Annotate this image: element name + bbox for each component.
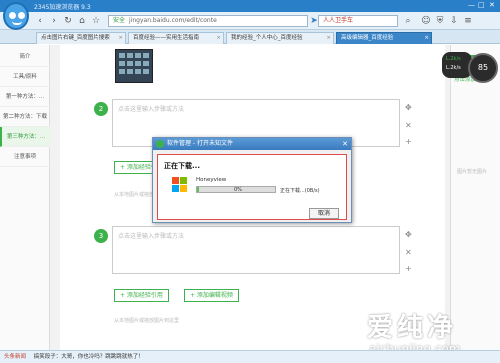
app-name: Honeyview: [196, 177, 227, 183]
add-step-icon[interactable]: +: [405, 264, 412, 273]
minimize-icon[interactable]: —: [468, 1, 475, 9]
sidebar-item-notes[interactable]: 注意事项: [0, 147, 50, 167]
watermark-brand: 爱纯净: [367, 313, 458, 343]
search-icon[interactable]: ⌕: [402, 15, 414, 27]
news-text[interactable]: 搞笑段子：大哥，你也冷吗？跳跳跳就热了！: [34, 354, 144, 360]
outline-sidebar: 简介 工具/原料 第一种方法：... 第二种方法：下载 第三种方法：... 注意…: [0, 45, 50, 350]
news-label[interactable]: 头条新闻: [4, 354, 26, 360]
download-status: 正在下载...(0B/s): [280, 188, 320, 194]
user-icon[interactable]: ☺: [420, 15, 432, 27]
safe-badge: 安全: [113, 17, 126, 24]
app-title: 2345加速浏览器 9.3: [34, 4, 91, 11]
search-text: 人人卫手车: [323, 17, 354, 24]
address-bar[interactable]: 安全 jingyan.baidu.com/edit/conte: [108, 15, 308, 27]
maximize-icon[interactable]: □: [478, 1, 485, 9]
search-input[interactable]: 人人卫手车: [318, 15, 398, 27]
browser-titlebar: 2345加速浏览器 9.3 — □ ✕: [0, 0, 500, 12]
tab-label: 我的经验_个人中心_百度经验: [231, 35, 303, 41]
step-input[interactable]: 点击这里输入步骤或方法: [112, 226, 400, 274]
tab-bar: 点击图片右键_百度图片搜索 × 百度经验——实用生活指南 × 我的经验_个人中心_百…: [0, 30, 500, 44]
sidebar-item-method-1[interactable]: 第一种方法：...: [0, 87, 50, 107]
speed-gauge[interactable]: 85: [468, 53, 498, 83]
tab-my-jingyan[interactable]: 我的经验_个人中心_百度经验 ×: [226, 32, 334, 44]
download-icon[interactable]: ⇩: [448, 15, 460, 27]
step-placeholder: 点击这里输入步骤或方法: [118, 106, 185, 113]
forward-icon[interactable]: ›: [48, 15, 60, 27]
back-icon[interactable]: ‹: [34, 15, 46, 27]
upload-hint: 从本地图片或拖放图片到这里: [114, 318, 180, 324]
refresh-icon[interactable]: ↻: [62, 15, 74, 27]
download-speed: L.2k/s: [446, 65, 461, 71]
shield-icon[interactable]: ⛨: [434, 15, 446, 27]
add-step-icon[interactable]: +: [405, 137, 412, 146]
sidebar-item-tools[interactable]: 工具/原料: [0, 67, 50, 87]
menu-icon[interactable]: ≡: [462, 15, 474, 27]
no-image-text: 图片暂无图片: [457, 169, 488, 175]
browser-logo: [3, 2, 29, 30]
add-video-button[interactable]: + 添加编辑视频: [184, 289, 239, 302]
home-icon[interactable]: ⌂: [76, 15, 88, 27]
dialog-title-text: 软件管理 - 打开未知文件: [167, 140, 233, 147]
progress-percent: 0%: [234, 187, 242, 193]
star-icon[interactable]: ☆: [90, 15, 102, 27]
step-number: 2: [94, 102, 108, 116]
tab-image-search[interactable]: 点击图片右键_百度图片搜索 ×: [36, 32, 126, 44]
download-dialog: 软件管理 - 打开未知文件 ✕ 正在下载... Honeyview 0% 正在下…: [152, 137, 352, 223]
software-manager-icon: [156, 140, 164, 148]
tab-editor[interactable]: 高级编辑器_百度经验 ×: [336, 32, 432, 44]
upload-speed: L.2k/s: [446, 56, 461, 62]
delete-icon[interactable]: ✕: [405, 248, 412, 257]
navigation-bar: ‹ › ↻ ⌂ ☆ 安全 jingyan.baidu.com/edit/conte…: [0, 12, 500, 30]
sidebar-item-intro[interactable]: 简介: [0, 47, 50, 67]
url-text: jingyan.baidu.com/edit/conte: [129, 17, 217, 24]
sidebar-item-method-3[interactable]: 第三种方法：...: [0, 127, 50, 147]
tab-label: 高级编辑器_百度经验: [341, 35, 394, 41]
step-placeholder: 点击这里输入步骤或方法: [118, 233, 185, 240]
close-tab-icon[interactable]: ×: [118, 33, 123, 44]
tab-baidu-jingyan[interactable]: 百度经验——实用生活指南 ×: [128, 32, 224, 44]
move-icon[interactable]: ✥: [405, 103, 412, 112]
download-heading: 正在下载...: [164, 162, 200, 170]
close-icon[interactable]: ✕: [489, 1, 495, 9]
close-tab-icon[interactable]: ×: [216, 33, 221, 44]
close-tab-icon[interactable]: ×: [326, 33, 331, 44]
sidebar-item-method-2[interactable]: 第二种方法：下载: [0, 107, 50, 127]
tab-label: 点击图片右键_百度图片搜索: [41, 35, 110, 41]
close-tab-icon[interactable]: ×: [424, 33, 429, 44]
add-quote-button[interactable]: + 添加经验引用: [114, 289, 169, 302]
tab-label: 百度经验——实用生活指南: [133, 35, 200, 41]
move-icon[interactable]: ✥: [405, 230, 412, 239]
delete-icon[interactable]: ✕: [405, 121, 412, 130]
progress-fill: [197, 187, 199, 192]
dialog-title: 软件管理 - 打开未知文件 ✕: [153, 138, 351, 150]
watermark-logo: [306, 309, 362, 353]
close-icon[interactable]: ✕: [342, 138, 348, 150]
step-number: 3: [94, 229, 108, 243]
windows-logo-icon: [172, 177, 188, 193]
uploaded-image-thumbnail[interactable]: [115, 49, 153, 83]
cancel-button[interactable]: 取消: [309, 208, 339, 219]
status-bar: 头条新闻 搞笑段子：大哥，你也冷吗？跳跳跳就热了！: [0, 350, 500, 363]
